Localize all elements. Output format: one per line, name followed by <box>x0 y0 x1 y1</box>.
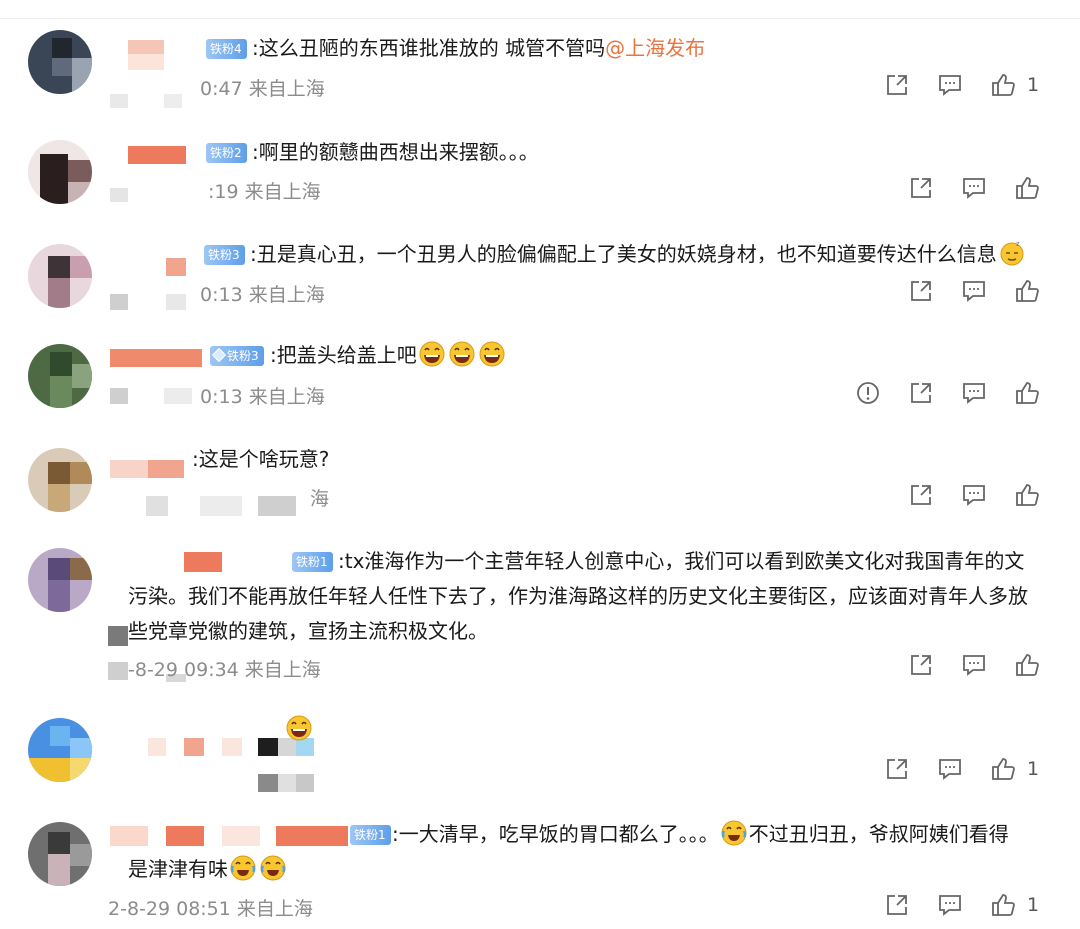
comment-icon[interactable] <box>937 756 963 782</box>
fan-badge: 铁粉3 <box>210 346 264 366</box>
comment-meta: 0:47 来自上海 <box>200 78 325 100</box>
share-icon[interactable] <box>884 892 910 918</box>
comment-meta: 0:13 来自上海 <box>200 386 325 408</box>
fan-badge: 铁粉3 <box>204 245 245 265</box>
comment-text: :一大清早，吃早饭的胃口都么了。。。 不过丑归丑，爷叔阿姨们看得 <box>392 817 1009 852</box>
avatar[interactable] <box>28 344 92 408</box>
share-icon[interactable] <box>908 278 934 304</box>
top-divider <box>0 18 1080 19</box>
comment-meta: 0:13 来自上海 <box>200 284 325 306</box>
fan-badge: 铁粉1 <box>292 552 333 572</box>
comment-text-line: 些党章党徽的建筑，宣扬主流积极文化。 <box>128 619 488 643</box>
laughing-emoji-icon <box>478 340 506 368</box>
share-icon[interactable] <box>884 756 910 782</box>
share-icon[interactable] <box>884 72 910 98</box>
crying-laughing-emoji-icon <box>229 854 257 882</box>
comment-text: :这是个啥玩意? <box>192 447 330 471</box>
comment-text: :啊里的额戆曲西想出来摆额。。。 <box>252 140 539 164</box>
comment-text: :把盖头给盖上吧 <box>270 338 507 373</box>
comment-meta: :19 来自上海 <box>208 181 321 203</box>
fan-badge: 铁粉2 <box>206 143 247 163</box>
comment-icon[interactable] <box>961 278 987 304</box>
crying-laughing-emoji-icon <box>259 854 287 882</box>
avatar[interactable] <box>28 718 92 782</box>
comment-icon[interactable] <box>937 72 963 98</box>
comment-icon[interactable] <box>937 892 963 918</box>
avatar[interactable] <box>28 822 92 886</box>
comment-icon[interactable] <box>961 380 987 406</box>
thumbs-up-icon[interactable] <box>990 72 1016 98</box>
mention-link[interactable]: @上海发布 <box>605 36 705 60</box>
fan-badge: 铁粉1 <box>350 825 391 845</box>
avatar[interactable] <box>28 244 92 308</box>
avatar[interactable] <box>28 448 92 512</box>
avatar[interactable] <box>28 30 92 94</box>
comment-text-line: 污染。我们不能再放任年轻人任性下去了，作为淮海路这样的历史文化主要街区，应该面对… <box>128 584 1028 608</box>
comment-icon[interactable] <box>961 482 987 508</box>
svg-text:z: z <box>1016 240 1020 248</box>
laughing-emoji-icon <box>418 340 446 368</box>
share-icon[interactable] <box>908 175 934 201</box>
report-icon[interactable] <box>855 380 881 406</box>
comment-icon[interactable] <box>961 175 987 201</box>
comment-icon[interactable] <box>961 652 987 678</box>
comment-text: :这么丑陋的东西谁批准放的 城管不管吗@上海发布 <box>252 36 706 60</box>
comment-text: :tx淮海作为一个主营年轻人创意中心，我们可以看到欧美文化对我国青年的文 <box>338 549 1025 573</box>
thumbs-up-icon[interactable] <box>1014 652 1040 678</box>
comment-text: :丑是真心丑，一个丑男人的脸偏偏配上了美女的妖娆身材，也不知道要传达什么信息 z <box>250 237 1027 272</box>
avatar[interactable] <box>28 140 92 204</box>
sleepy-emoji-icon: z <box>998 239 1026 267</box>
comment-text-line: 是津津有味 <box>128 852 288 887</box>
like-count: 1 <box>1027 758 1040 780</box>
laughing-emoji-icon <box>448 340 476 368</box>
comment-meta: 2-8-29 08:51 来自上海 <box>108 898 313 920</box>
share-icon[interactable] <box>908 652 934 678</box>
avatar[interactable] <box>28 548 92 612</box>
share-icon[interactable] <box>908 482 934 508</box>
thumbs-up-icon[interactable] <box>990 756 1016 782</box>
thumbs-up-icon[interactable] <box>990 892 1016 918</box>
thumbs-up-icon[interactable] <box>1014 380 1040 406</box>
crying-laughing-emoji-icon <box>720 819 748 847</box>
thumbs-up-icon[interactable] <box>1014 278 1040 304</box>
fan-badge: 铁粉4 <box>206 39 247 59</box>
comment-meta: -8-29 09:34 来自上海 <box>128 659 321 681</box>
share-icon[interactable] <box>908 380 934 406</box>
thumbs-up-icon[interactable] <box>1014 175 1040 201</box>
smile-emoji-icon <box>285 714 313 742</box>
like-count: 1 <box>1027 894 1040 916</box>
comment-meta: 海 <box>310 488 330 510</box>
like-count: 1 <box>1027 74 1040 96</box>
thumbs-up-icon[interactable] <box>1014 482 1040 508</box>
